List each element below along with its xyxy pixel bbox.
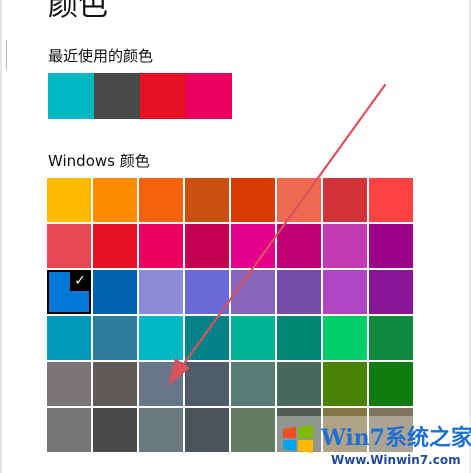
windows-color-swatch[interactable] [47,224,91,268]
checkmark-icon: ✓ [70,271,90,291]
windows-color-swatch[interactable] [93,270,137,314]
windows-color-swatch[interactable] [277,316,321,360]
watermark-url: Www.Winwin7.com [331,453,461,467]
windows-color-swatch[interactable] [185,178,229,222]
windows-color-swatch[interactable] [93,408,137,452]
windows-color-swatch[interactable] [231,408,275,452]
windows-color-swatch[interactable] [47,316,91,360]
windows-color-swatch[interactable] [185,270,229,314]
windows-color-swatch[interactable] [323,362,367,406]
windows-color-swatch[interactable] [139,178,183,222]
windows-color-swatch[interactable] [231,178,275,222]
windows-color-swatch[interactable] [277,362,321,406]
scroll-edge-marker [6,40,7,70]
windows-color-swatch[interactable] [369,316,413,360]
windows-color-swatch[interactable] [323,224,367,268]
windows-color-swatch[interactable] [139,270,183,314]
windows-color-swatch[interactable] [231,316,275,360]
windows-color-swatch[interactable] [93,224,137,268]
window-edge-left [0,0,2,473]
recent-color-swatch[interactable] [140,73,186,119]
windows-color-swatch[interactable] [139,362,183,406]
windows-flag-logo-icon [283,425,313,453]
windows-color-swatch[interactable] [93,362,137,406]
windows-color-swatch[interactable] [323,178,367,222]
windows-color-swatch[interactable] [277,224,321,268]
recent-color-swatch[interactable] [48,73,94,119]
windows-color-swatch[interactable] [47,408,91,452]
recent-colors-label: 最近使用的颜色 [48,47,154,65]
windows-color-swatch[interactable] [231,224,275,268]
windows-color-swatch-selected[interactable]: ✓ [47,270,91,314]
windows-color-swatch[interactable] [369,178,413,222]
windows-color-swatch[interactable] [185,362,229,406]
watermark-brand: Win7系统之家 [321,425,471,451]
windows-color-swatch[interactable] [185,408,229,452]
windows-color-swatch[interactable] [277,270,321,314]
windows-color-swatch[interactable] [93,316,137,360]
windows-color-swatch[interactable] [323,316,367,360]
windows-color-swatch[interactable] [323,270,367,314]
windows-color-swatch[interactable] [185,224,229,268]
page-title: 颜色 [48,0,108,23]
site-watermark: Win7系统之家 Www.Winwin7.com [275,416,471,473]
windows-color-swatch[interactable] [231,362,275,406]
windows-color-swatch[interactable] [277,178,321,222]
windows-color-swatch[interactable] [139,224,183,268]
windows-color-swatch[interactable] [139,316,183,360]
windows-color-swatch[interactable] [369,270,413,314]
windows-color-swatch[interactable] [369,224,413,268]
windows-color-swatch[interactable] [139,408,183,452]
windows-colors-label: Windows 颜色 [48,152,150,170]
windows-color-swatch[interactable] [231,270,275,314]
windows-color-swatch[interactable] [47,362,91,406]
windows-color-swatch[interactable] [369,362,413,406]
recent-color-swatch[interactable] [94,73,140,119]
windows-color-swatch[interactable] [93,178,137,222]
recent-color-swatch[interactable] [186,73,232,119]
windows-color-swatch[interactable] [47,178,91,222]
windows-color-swatch[interactable] [185,316,229,360]
